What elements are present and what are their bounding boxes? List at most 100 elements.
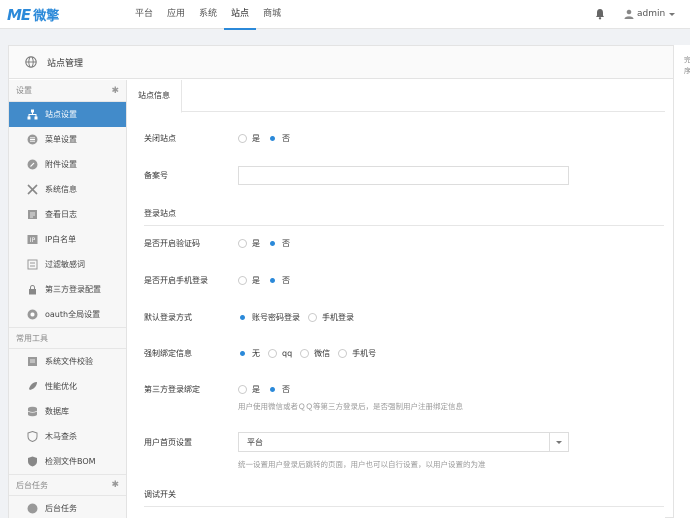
sidebar-group-settings: 设置 ✱ [9,80,126,102]
force-bind-radio-phone[interactable] [338,349,348,358]
form-row-default-login: 默认登录方式 [144,312,192,323]
sidebar-item-label: 后台任务 [45,504,77,513]
bell-icon[interactable] [593,7,607,21]
section-debug: 调试开关 [144,489,664,507]
sidebar-item-site-settings[interactable]: 站点设置 [9,102,126,127]
menu-icon [27,134,38,145]
sitemap-icon [27,109,38,120]
close-site-radio-yes[interactable] [238,134,247,143]
sidebar-item-label: 木马查杀 [45,432,77,441]
mobile-login-radio-no[interactable] [268,276,277,285]
nav-platform[interactable]: 平台 [128,0,160,29]
sidebar-item-label: 菜单设置 [45,135,77,144]
default-login-radio-mobile[interactable] [308,313,317,322]
nav-site[interactable]: 站点 [224,0,257,30]
sidebar-item-file-check[interactable]: 系统文件校验 [9,349,126,374]
captcha-options: 是 否 [238,238,298,249]
nav-apps[interactable]: 应用 [160,0,192,29]
sidebar-item-label: 系统文件校验 [45,357,93,366]
user-menu[interactable]: admin [624,6,676,22]
captcha-label: 是否开启验证码 [144,239,200,248]
sidebar-item-third-party-login[interactable]: 第三方登录配置 [9,277,126,302]
option-label: 手机登录 [322,313,354,322]
default-login-radio-password[interactable] [238,313,247,322]
sidebar-item-label: 查看日志 [45,210,77,219]
option-label: 无 [252,349,260,358]
sidebar-item-view-logs[interactable]: 查看日志 [9,202,126,227]
file-check-icon [27,356,38,367]
sidebar-item-label: oauth全局设置 [45,310,101,319]
sidebar-item-label: 检测文件BOM [45,457,96,466]
close-site-label: 关闭站点 [144,134,176,143]
brand-logo[interactable]: ME 微擎 [7,5,59,25]
force-bind-radio-qq[interactable] [268,349,277,358]
captcha-radio-no[interactable] [268,239,277,248]
option-label: 否 [282,276,290,285]
option-label: 否 [282,385,290,394]
sidebar-item-performance[interactable]: 性能优化 [9,374,126,399]
form-row-home-page: 用户首页设置 [144,437,192,448]
sidebar-item-label: 系统信息 [45,185,77,194]
sidebar-item-menu-settings[interactable]: 菜单设置 [9,127,126,152]
gear-icon[interactable]: ✱ [111,480,119,490]
sidebar-item-bom-check[interactable]: 检测文件BOM [9,449,126,474]
sidebar-item-label: 性能优化 [45,382,77,391]
right-side-panel: 完 序 [673,45,690,518]
task-icon [27,503,38,514]
logo-mark: ME [7,5,31,24]
mobile-login-label: 是否开启手机登录 [144,276,208,285]
main-nav: 平台 应用 系统 站点 商城 [128,0,288,30]
filter-icon [27,259,38,270]
sidebar-item-trojan-scan[interactable]: 木马查杀 [9,424,126,449]
option-label: 是 [252,385,260,394]
content-area: 站点信息 关闭站点 是 否 备案号 登录站点 是否开启验证码 是 否 是否开启手… [127,80,665,518]
third-bind-radio-no[interactable] [268,385,277,394]
default-login-label: 默认登录方式 [144,313,192,322]
home-page-help: 统一设置用户登录后跳转的页面，用户也可以自行设置，以用户设置的为准 [238,460,486,469]
tab-bar: 站点信息 [127,80,665,113]
option-label: 否 [282,239,290,248]
svg-text:IP: IP [30,237,36,244]
tools-icon [27,184,38,195]
database-icon [27,406,38,417]
sidebar-item-system-info[interactable]: 系统信息 [9,177,126,202]
right-panel-text: 完 [684,56,690,64]
option-label: 微信 [314,349,331,358]
third-bind-radio-yes[interactable] [238,385,247,394]
sidebar-item-ip-whitelist[interactable]: IP IP白名单 [9,227,126,252]
tab-site-info[interactable]: 站点信息 [127,80,182,113]
force-bind-radio-wechat[interactable] [300,349,310,358]
option-label: 是 [252,276,260,285]
sidebar-item-attachment-settings[interactable]: 附件设置 [9,152,126,177]
default-login-options: 账号密码登录 手机登录 [238,312,362,323]
chevron-down-icon [669,12,676,16]
log-icon [27,209,38,220]
ip-icon: IP [27,234,38,245]
home-page-select[interactable]: 平台 [238,432,569,452]
icp-input[interactable] [238,166,569,185]
sidebar-item-label: 过滤敏感词 [45,260,85,269]
top-navbar: ME 微擎 平台 应用 系统 站点 商城 admin [0,0,690,30]
rocket-icon [27,381,38,392]
third-bind-label: 第三方登录绑定 [144,385,200,394]
user-icon [624,9,634,19]
captcha-radio-yes[interactable] [238,239,247,248]
oauth-icon [27,309,38,320]
close-site-radio-no[interactable] [268,134,277,143]
force-bind-radio-none[interactable] [238,349,247,358]
sidebar: 设置 ✱ 站点设置 菜单设置 附件设置 系统信息 查看日志 IP IP白名单 过… [9,80,127,518]
sidebar-item-database[interactable]: 数据库 [9,399,126,424]
mobile-login-radio-yes[interactable] [238,276,247,285]
sidebar-item-oauth-settings[interactable]: oauth全局设置 [9,302,126,327]
panel-header: 站点管理 [9,46,690,79]
nav-store[interactable]: 商城 [256,0,288,29]
home-page-label: 用户首页设置 [144,438,192,447]
nav-system[interactable]: 系统 [192,0,224,29]
sidebar-group-title: 后台任务 [16,480,48,490]
sidebar-item-sensitive-words[interactable]: 过滤敏感词 [9,252,126,277]
sidebar-item-background-task[interactable]: 后台任务 [9,496,126,518]
third-bind-options: 是 否 [238,384,298,395]
username: admin [637,9,666,19]
gear-icon[interactable]: ✱ [111,86,119,96]
paperclip-icon [27,159,38,170]
